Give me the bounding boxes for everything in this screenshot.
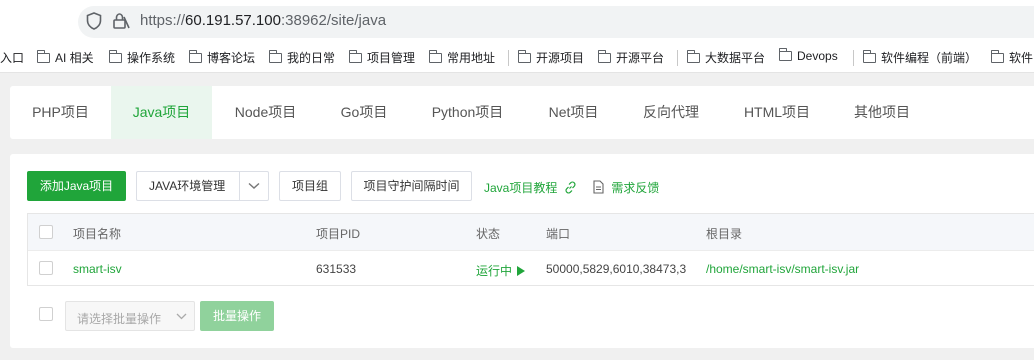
bookmark-folder-daily[interactable]: 我的日常 bbox=[268, 49, 335, 66]
project-table: 项目名称 项目PID 状态 端口 根目录 smart-isv 631533 运行… bbox=[27, 213, 1034, 286]
tab-php[interactable]: PHP项目 bbox=[10, 86, 111, 139]
shield-icon[interactable] bbox=[86, 12, 102, 30]
tab-python[interactable]: Python项目 bbox=[409, 86, 526, 139]
header-port[interactable]: 端口 bbox=[546, 225, 570, 242]
folder-icon bbox=[428, 50, 442, 63]
url-text[interactable]: https://60.191.57.100:38962/site/java bbox=[140, 12, 386, 29]
java-env-manage-label: JAVA环境管理 bbox=[149, 179, 226, 193]
play-icon bbox=[517, 266, 526, 276]
batch-select-checkbox[interactable] bbox=[39, 307, 53, 321]
bookmark-separator bbox=[508, 50, 509, 66]
bookmark-folder-frontend[interactable]: 软件编程（前端） bbox=[862, 49, 977, 66]
bookmark-folder-opensource-platform[interactable]: 开源平台 bbox=[597, 49, 664, 66]
batch-operation-button[interactable]: 批量操作 bbox=[200, 301, 274, 331]
folder-icon bbox=[686, 50, 700, 63]
select-all-checkbox[interactable] bbox=[39, 225, 53, 239]
bookmark-folder-ai[interactable]: AI 相关 bbox=[36, 49, 94, 66]
bookmarks-bar: 入口 AI 相关 操作系统 博客论坛 我的日常 项目管理 常用地址 开源项目 开… bbox=[0, 42, 1034, 73]
bookmark-folder-blog[interactable]: 博客论坛 bbox=[188, 49, 255, 66]
folder-icon bbox=[268, 50, 282, 63]
folder-icon bbox=[188, 50, 202, 63]
project-group-button[interactable]: 项目组 bbox=[279, 171, 341, 201]
feedback-icon bbox=[593, 180, 604, 194]
folder-icon bbox=[348, 50, 362, 63]
folder-icon bbox=[862, 50, 876, 63]
tab-net[interactable]: Net项目 bbox=[526, 86, 621, 139]
bookmark-folder-devops[interactable]: Devops bbox=[778, 48, 838, 63]
bookmark-folder-pm[interactable]: 项目管理 bbox=[348, 49, 415, 66]
add-java-project-button[interactable]: 添加Java项目 bbox=[27, 171, 126, 201]
tab-java[interactable]: Java项目 bbox=[111, 86, 212, 139]
batch-operation-select[interactable]: 请选择批量操作 bbox=[65, 301, 195, 331]
tab-html[interactable]: HTML项目 bbox=[721, 86, 833, 139]
batch-select-placeholder: 请选择批量操作 bbox=[77, 312, 162, 326]
header-root[interactable]: 根目录 bbox=[706, 225, 742, 242]
split-divider bbox=[239, 171, 240, 201]
folder-icon bbox=[597, 50, 611, 63]
url-scheme: https:// bbox=[140, 12, 186, 29]
not-secure-lock-icon[interactable] bbox=[112, 12, 130, 30]
url-path: :38962/site/java bbox=[280, 12, 387, 29]
header-pid[interactable]: 项目PID bbox=[316, 225, 360, 242]
browser-toolbar: https://60.191.57.100:38962/site/java bbox=[0, 0, 1034, 42]
header-status[interactable]: 状态 bbox=[476, 225, 500, 242]
folder-icon bbox=[36, 50, 50, 63]
feedback-link[interactable]: 需求反馈 bbox=[592, 179, 659, 196]
project-type-tabs: PHP项目 Java项目 Node项目 Go项目 Python项目 Net项目 … bbox=[10, 86, 1034, 139]
java-tutorial-link[interactable]: Java项目教程 bbox=[484, 179, 577, 196]
url-host: 60.191.57.100 bbox=[185, 12, 281, 29]
tab-other[interactable]: 其他项目 bbox=[833, 86, 931, 139]
bookmark-folder-bigdata[interactable]: 大数据平台 bbox=[686, 49, 765, 66]
project-root-link[interactable]: /home/smart-isv/smart-isv.jar bbox=[706, 262, 859, 276]
link-icon bbox=[565, 181, 576, 194]
row-checkbox[interactable] bbox=[39, 261, 53, 275]
project-status-toggle[interactable]: 运行中 bbox=[476, 262, 526, 279]
project-name-link[interactable]: smart-isv bbox=[73, 262, 122, 276]
bookmark-folder-os[interactable]: 操作系统 bbox=[108, 49, 175, 66]
folder-icon bbox=[517, 50, 531, 63]
tab-reverse-proxy[interactable]: 反向代理 bbox=[621, 86, 721, 139]
tab-go[interactable]: Go项目 bbox=[319, 86, 409, 139]
bookmark-separator bbox=[853, 50, 854, 66]
project-pid: 631533 bbox=[316, 262, 357, 276]
project-ports: 50000,5829,6010,38473,3 bbox=[546, 262, 687, 276]
tab-node[interactable]: Node项目 bbox=[212, 86, 319, 139]
bookmark-separator bbox=[677, 50, 678, 66]
daemon-interval-button[interactable]: 项目守护间隔时间 bbox=[351, 171, 472, 201]
chevron-down-icon[interactable] bbox=[248, 182, 260, 190]
table-header: 项目名称 项目PID 状态 端口 根目录 bbox=[28, 214, 1034, 251]
bookmark-entry[interactable]: 入口 bbox=[0, 49, 24, 66]
chevron-down-icon bbox=[176, 313, 187, 320]
header-name[interactable]: 项目名称 bbox=[73, 225, 121, 242]
bookmark-folder-addresses[interactable]: 常用地址 bbox=[428, 49, 495, 66]
bookmark-folder-opensource[interactable]: 开源项目 bbox=[517, 49, 584, 66]
folder-icon bbox=[990, 50, 1004, 63]
folder-icon bbox=[778, 48, 792, 61]
bookmark-folder-software[interactable]: 软件 bbox=[990, 49, 1033, 66]
java-project-panel: 添加Java项目 JAVA环境管理 项目组 项目守护间隔时间 Java项目教程 … bbox=[10, 154, 1034, 348]
folder-icon bbox=[108, 50, 122, 63]
